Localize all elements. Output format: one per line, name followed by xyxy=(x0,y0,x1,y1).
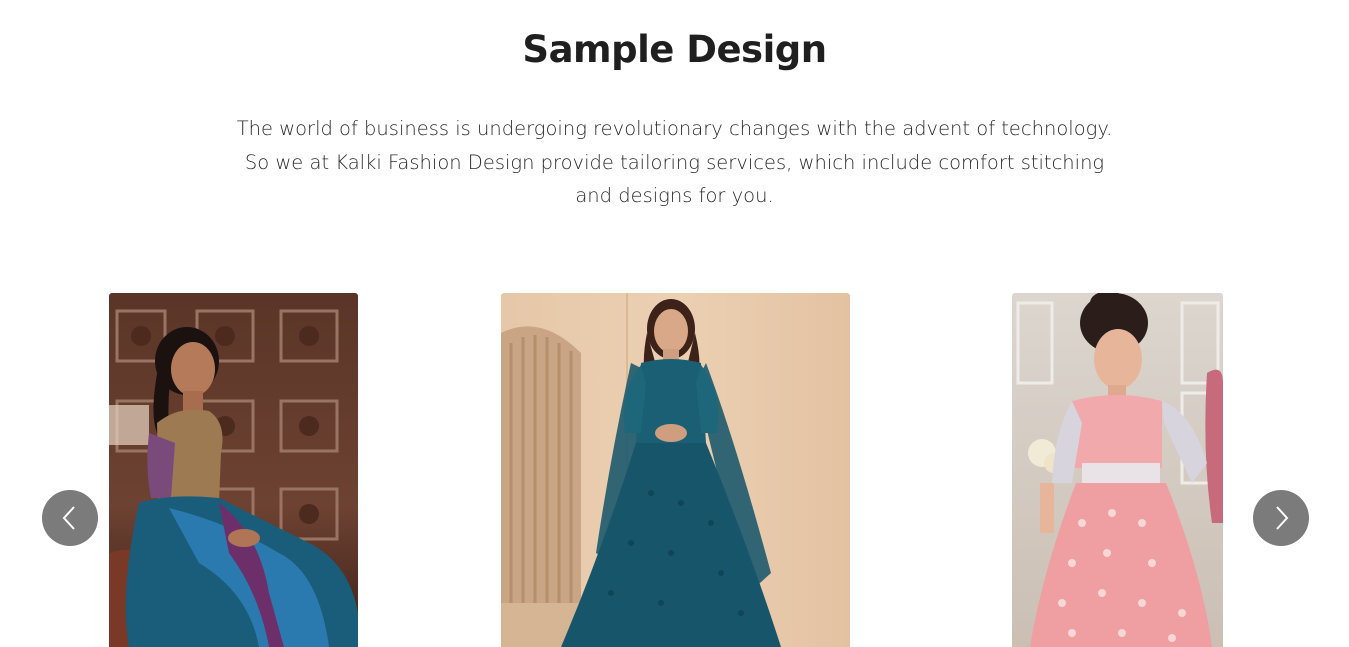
section-title: Sample Design xyxy=(522,28,827,71)
carousel-next-button[interactable] xyxy=(1253,490,1309,546)
carousel-card-lehenga[interactable] xyxy=(1012,293,1223,647)
chevron-right-icon xyxy=(1276,506,1289,530)
carousel-card-anarkali[interactable] xyxy=(501,293,850,647)
section-description: The world of business is undergoing revo… xyxy=(200,112,1149,213)
carousel-card-saree[interactable] xyxy=(109,293,358,647)
carousel-prev-button[interactable] xyxy=(42,490,98,546)
description-line-3: and designs for you. xyxy=(575,184,774,207)
girl-in-pink-lehenga-photo xyxy=(1012,293,1223,647)
chevron-left-icon xyxy=(62,506,75,530)
woman-in-teal-anarkali-photo xyxy=(501,293,850,647)
description-line-1: The world of business is undergoing revo… xyxy=(236,117,1113,140)
description-line-2: So we at Kalki Fashion Design provide ta… xyxy=(244,150,1105,174)
woman-in-silk-saree-photo xyxy=(109,293,358,647)
